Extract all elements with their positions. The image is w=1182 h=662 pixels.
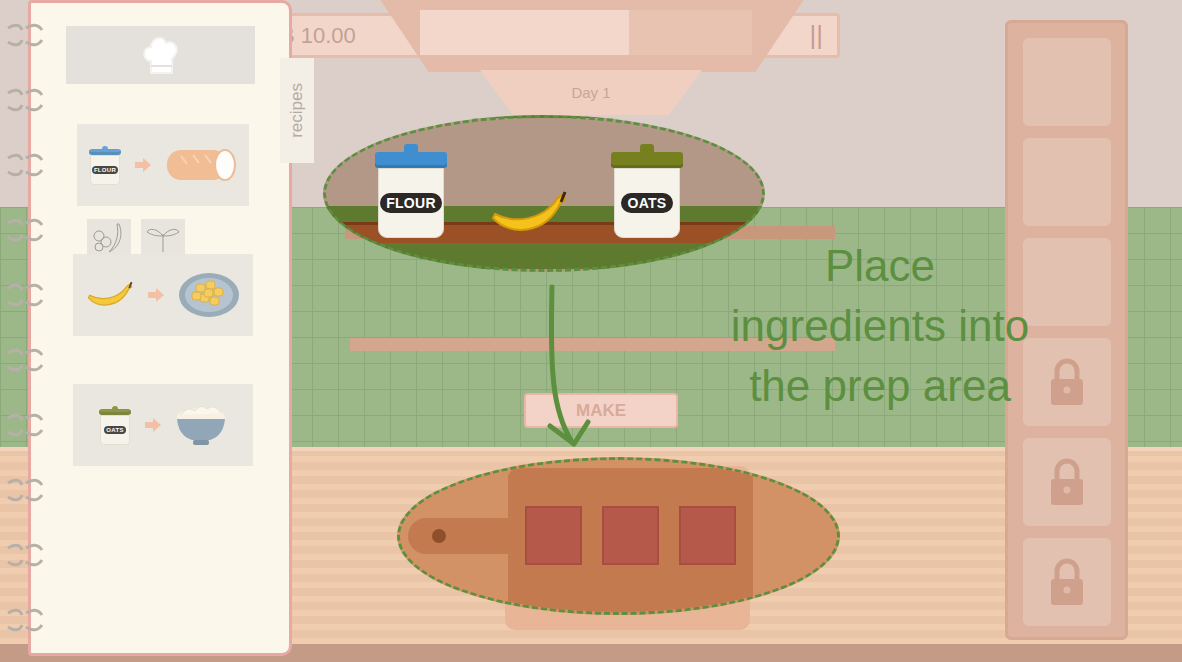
tutorial-arrow-icon bbox=[530, 280, 600, 450]
ring-icon bbox=[4, 477, 44, 503]
ring-icon bbox=[4, 412, 44, 438]
ring-icon bbox=[4, 347, 44, 373]
inventory-slot bbox=[1023, 438, 1111, 526]
tutorial-line: the prep area bbox=[690, 356, 1070, 416]
ring-icon bbox=[4, 87, 44, 113]
rings bbox=[4, 22, 44, 633]
jar-label: OATS bbox=[621, 193, 672, 213]
inventory-slot bbox=[1023, 538, 1111, 626]
tutorial-line: ingredients into bbox=[690, 296, 1070, 356]
cutting-board bbox=[508, 468, 753, 612]
jar-body: OATS bbox=[100, 415, 129, 445]
banana-fritters-icon bbox=[178, 272, 240, 318]
jar-lid bbox=[611, 152, 683, 168]
lock-icon bbox=[1047, 457, 1087, 507]
arrow-icon bbox=[145, 418, 161, 432]
recipe-book: FLOUROATSrecipes bbox=[0, 0, 292, 656]
inventory-slot[interactable] bbox=[1023, 138, 1111, 226]
ingredient[interactable]: FLOUR bbox=[375, 144, 447, 238]
jar-lid bbox=[375, 152, 447, 168]
ring-icon bbox=[4, 152, 44, 178]
banana-icon bbox=[489, 190, 569, 238]
jar-knob bbox=[404, 144, 418, 152]
jar: FLOUR bbox=[89, 146, 121, 185]
game-scene: B 10.00||Day 1FLOUROATSMAKEPlaceingredie… bbox=[0, 0, 1182, 662]
recipes-tab[interactable]: recipes bbox=[280, 58, 314, 163]
recipe-page: FLOUR OATS bbox=[28, 0, 292, 656]
fruit-icon bbox=[89, 220, 129, 254]
arrow-icon bbox=[148, 288, 164, 302]
handle-hole bbox=[432, 529, 446, 543]
chef-hat-icon bbox=[140, 33, 182, 77]
porridge-icon bbox=[175, 403, 227, 447]
jar: OATS bbox=[611, 144, 683, 238]
book-header bbox=[66, 26, 255, 84]
ring-icon bbox=[4, 542, 44, 568]
ring-icon bbox=[4, 607, 44, 633]
day-label: Day 1 bbox=[480, 70, 702, 115]
pause-button[interactable]: || bbox=[809, 20, 823, 51]
tutorial-line: Place bbox=[690, 236, 1070, 296]
inventory-slot bbox=[1023, 338, 1111, 426]
filter-tab[interactable] bbox=[141, 219, 185, 255]
make-button[interactable]: MAKE bbox=[524, 393, 678, 428]
arrow-icon bbox=[135, 158, 151, 172]
ingredient[interactable] bbox=[489, 190, 569, 238]
tutorial-text: Placeingredients intothe prep area bbox=[690, 236, 1070, 416]
inventory-slot[interactable] bbox=[1023, 238, 1111, 326]
ring-icon bbox=[4, 217, 44, 243]
jar-label: OATS bbox=[104, 426, 125, 434]
herb-icon bbox=[143, 220, 183, 254]
shelf-items: FLOUR OATS bbox=[375, 140, 683, 238]
recipe-card[interactable] bbox=[73, 254, 253, 336]
jar-lid bbox=[89, 149, 121, 155]
bread-icon bbox=[165, 146, 237, 184]
jar-label: FLOUR bbox=[380, 193, 442, 213]
prep-area bbox=[397, 457, 840, 615]
jar-body: OATS bbox=[614, 168, 680, 238]
day-dial bbox=[377, 0, 807, 72]
lock-icon bbox=[1047, 557, 1087, 607]
jar: OATS bbox=[99, 406, 131, 445]
jar-body: FLOUR bbox=[378, 168, 444, 238]
ring-icon bbox=[4, 282, 44, 308]
day-progress-fill bbox=[420, 10, 629, 55]
jar-body: FLOUR bbox=[90, 155, 119, 185]
day-progress-track bbox=[420, 10, 752, 55]
recipe-card[interactable]: OATS bbox=[73, 384, 253, 466]
jar-label: FLOUR bbox=[92, 166, 118, 174]
filter-tab[interactable] bbox=[87, 219, 131, 255]
ring-icon bbox=[4, 22, 44, 48]
jar-knob bbox=[640, 144, 654, 152]
prep-slot[interactable] bbox=[525, 506, 582, 565]
prep-slot[interactable] bbox=[602, 506, 659, 565]
ingredient[interactable]: OATS bbox=[611, 144, 683, 238]
banana-icon bbox=[86, 281, 134, 310]
board-handle bbox=[408, 518, 508, 554]
prep-slot[interactable] bbox=[679, 506, 736, 565]
inventory-slot[interactable] bbox=[1023, 38, 1111, 126]
jar: FLOUR bbox=[375, 144, 447, 238]
recipe-card[interactable]: FLOUR bbox=[77, 124, 249, 206]
filter-row bbox=[87, 219, 289, 255]
jar-lid bbox=[99, 409, 131, 415]
lock-icon bbox=[1047, 357, 1087, 407]
shelf-highlight: FLOUR OATS bbox=[323, 115, 765, 272]
